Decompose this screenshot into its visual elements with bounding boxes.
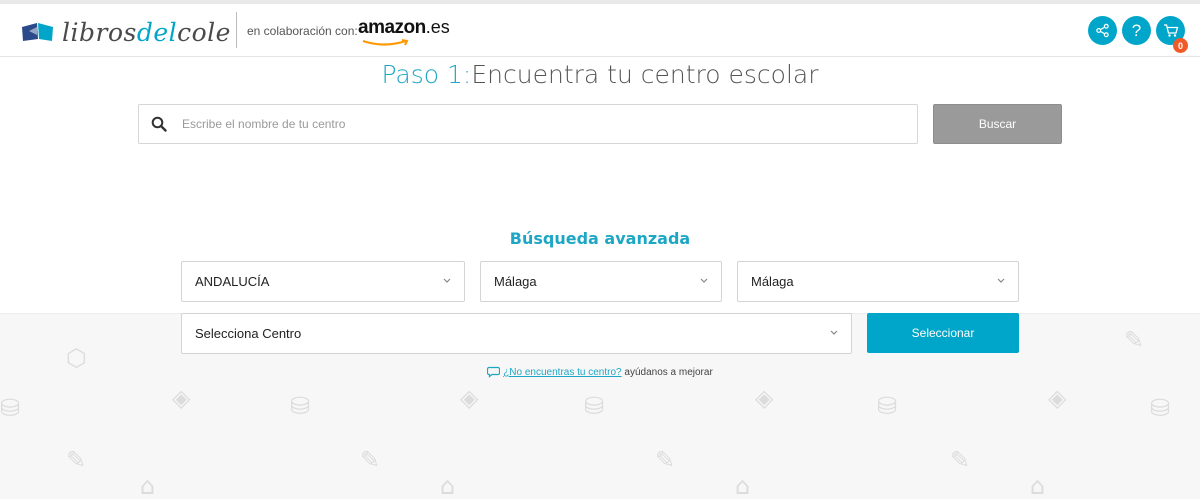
region-select[interactable]: ANDALUCÍA [181, 261, 465, 302]
step-title-text: Encuentra tu centro escolar [471, 60, 819, 89]
lamp-icon: ⌂ [440, 472, 456, 499]
cart-icon [1163, 24, 1178, 37]
province-select-value: Málaga [494, 274, 537, 289]
logo-text-cole: cole [177, 17, 231, 47]
school-search-box [138, 104, 918, 144]
select-school-button[interactable]: Seleccionar [867, 313, 1019, 353]
amazon-logo-word: amazon [358, 17, 426, 38]
amazon-smile-icon [362, 39, 409, 46]
amazon-logo-tld: .es [425, 17, 450, 37]
step-prefix: Paso 1: [381, 60, 472, 89]
collaboration-label: en colaboración con: [247, 24, 358, 38]
chat-bubble-icon [487, 366, 501, 378]
header-divider [236, 12, 237, 48]
cart-count-badge: 0 [1173, 38, 1188, 53]
pencil-icon: ✎ [1124, 326, 1145, 354]
help-line: ¿No encuentras tu centro? ayúdanos a mej… [0, 366, 1200, 378]
pencil-icon: ✎ [950, 446, 971, 474]
province-select[interactable]: Málaga [480, 261, 722, 302]
chevron-down-icon [997, 278, 1005, 283]
backpack-icon: ⛁ [877, 392, 898, 420]
backpack-icon: ⛁ [1150, 394, 1171, 422]
chevron-down-icon [700, 278, 708, 283]
share-icon [1096, 23, 1109, 38]
advanced-search-title: Búsqueda avanzada [509, 229, 691, 248]
pencil-icon: ✎ [66, 446, 87, 474]
pencil-icon: ✎ [655, 446, 676, 474]
lamp-icon: ⌂ [735, 472, 751, 499]
page-title: Paso 1:Encuentra tu centro escolar [0, 60, 1200, 89]
graduation-cap-icon: ◈ [755, 384, 774, 412]
school-select-value: Selecciona Centro [195, 326, 302, 341]
help-text: ayúdanos a mejorar [621, 367, 713, 378]
backpack-icon: ⛁ [0, 394, 21, 422]
share-button[interactable] [1088, 16, 1117, 45]
lamp-icon: ⌂ [1030, 472, 1046, 499]
chevron-down-icon [443, 278, 451, 283]
region-select-value: ANDALUCÍA [195, 274, 270, 289]
logo-text-libros: libros [62, 17, 137, 47]
amazon-logo[interactable]: amazon.es [358, 17, 450, 46]
school-search-input[interactable] [182, 105, 902, 143]
chevron-down-icon [830, 330, 838, 335]
librosdelcole-logo[interactable]: librosdelcole [20, 16, 231, 48]
city-select-value: Málaga [751, 274, 794, 289]
search-button[interactable]: Buscar [933, 104, 1062, 144]
backpack-icon: ⛁ [290, 392, 311, 420]
pencil-icon: ✎ [360, 446, 381, 474]
backpack-icon: ⛁ [584, 392, 605, 420]
open-book-icon [22, 23, 53, 41]
school-select[interactable]: Selecciona Centro [181, 313, 852, 354]
city-select[interactable]: Málaga [737, 261, 1019, 302]
graduation-cap-icon: ◈ [172, 384, 191, 412]
graduation-cap-icon: ◈ [1048, 384, 1067, 412]
help-icon: ? [1131, 20, 1142, 40]
logo-text: librosdelcole [62, 18, 231, 47]
missing-school-link[interactable]: ¿No encuentras tu centro? [503, 367, 621, 378]
search-icon [151, 116, 167, 132]
logo-text-del: del [136, 17, 178, 47]
header: librosdelcole en colaboración con: amazo… [0, 4, 1200, 57]
lamp-icon: ⌂ [140, 472, 156, 499]
help-button[interactable]: ? [1122, 16, 1151, 45]
graduation-cap-icon: ◈ [460, 384, 479, 412]
